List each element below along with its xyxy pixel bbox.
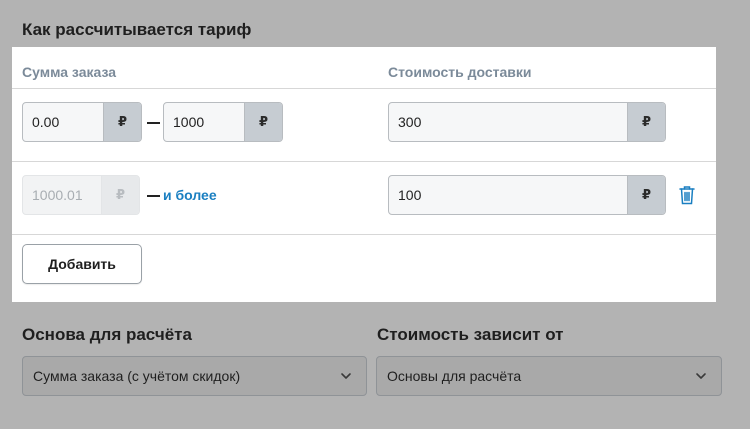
tariff-panel: Сумма заказа Стоимость доставки 0.00 ₽ 1… xyxy=(12,47,716,302)
currency-addon: ₽ xyxy=(103,103,141,141)
tier-2-from-field: 1000.01 ₽ xyxy=(22,175,140,215)
delivery-cost-column-header: Стоимость доставки xyxy=(388,64,532,80)
divider xyxy=(12,161,716,162)
tier-1-to-value[interactable]: 1000 xyxy=(164,103,244,141)
currency-addon: ₽ xyxy=(244,103,282,141)
and-more-link[interactable]: и более xyxy=(163,187,217,203)
currency-addon: ₽ xyxy=(627,103,665,141)
tier-1-cost-field[interactable]: 300 ₽ xyxy=(388,102,666,142)
tier-1-to-field[interactable]: 1000 ₽ xyxy=(163,102,283,142)
depends-select[interactable]: Основы для расчёта xyxy=(376,356,722,396)
divider xyxy=(12,234,716,235)
depends-selected-value: Основы для расчёта xyxy=(387,368,522,384)
tier-2-cost-field[interactable]: 100 ₽ xyxy=(388,175,666,215)
tier-1-from-field[interactable]: 0.00 ₽ xyxy=(22,102,142,142)
chevron-down-icon xyxy=(696,373,706,379)
tier-2-cost-value[interactable]: 100 xyxy=(389,176,627,214)
depends-label: Стоимость зависит от xyxy=(377,325,564,344)
chevron-down-icon xyxy=(341,373,351,379)
basis-select[interactable]: Сумма заказа (с учётом скидок) xyxy=(22,356,367,396)
tariff-page: Как рассчитывается тариф Сумма заказа Ст… xyxy=(0,0,750,429)
range-dash xyxy=(147,122,160,124)
tier-2-from-value: 1000.01 xyxy=(32,187,83,203)
order-sum-column-header: Сумма заказа xyxy=(22,64,117,80)
currency-addon: ₽ xyxy=(627,176,665,214)
trash-icon[interactable] xyxy=(679,185,695,205)
tier-1-from-value[interactable]: 0.00 xyxy=(23,103,103,141)
currency-addon: ₽ xyxy=(101,176,139,214)
basis-label: Основа для расчёта xyxy=(22,325,192,344)
divider xyxy=(12,88,716,89)
section-title: Как рассчитывается тариф xyxy=(22,20,252,39)
basis-selected-value: Сумма заказа (с учётом скидок) xyxy=(33,368,241,384)
tier-1-cost-value[interactable]: 300 xyxy=(389,103,627,141)
add-tier-button[interactable]: Добавить xyxy=(22,244,142,284)
range-dash xyxy=(147,195,160,197)
